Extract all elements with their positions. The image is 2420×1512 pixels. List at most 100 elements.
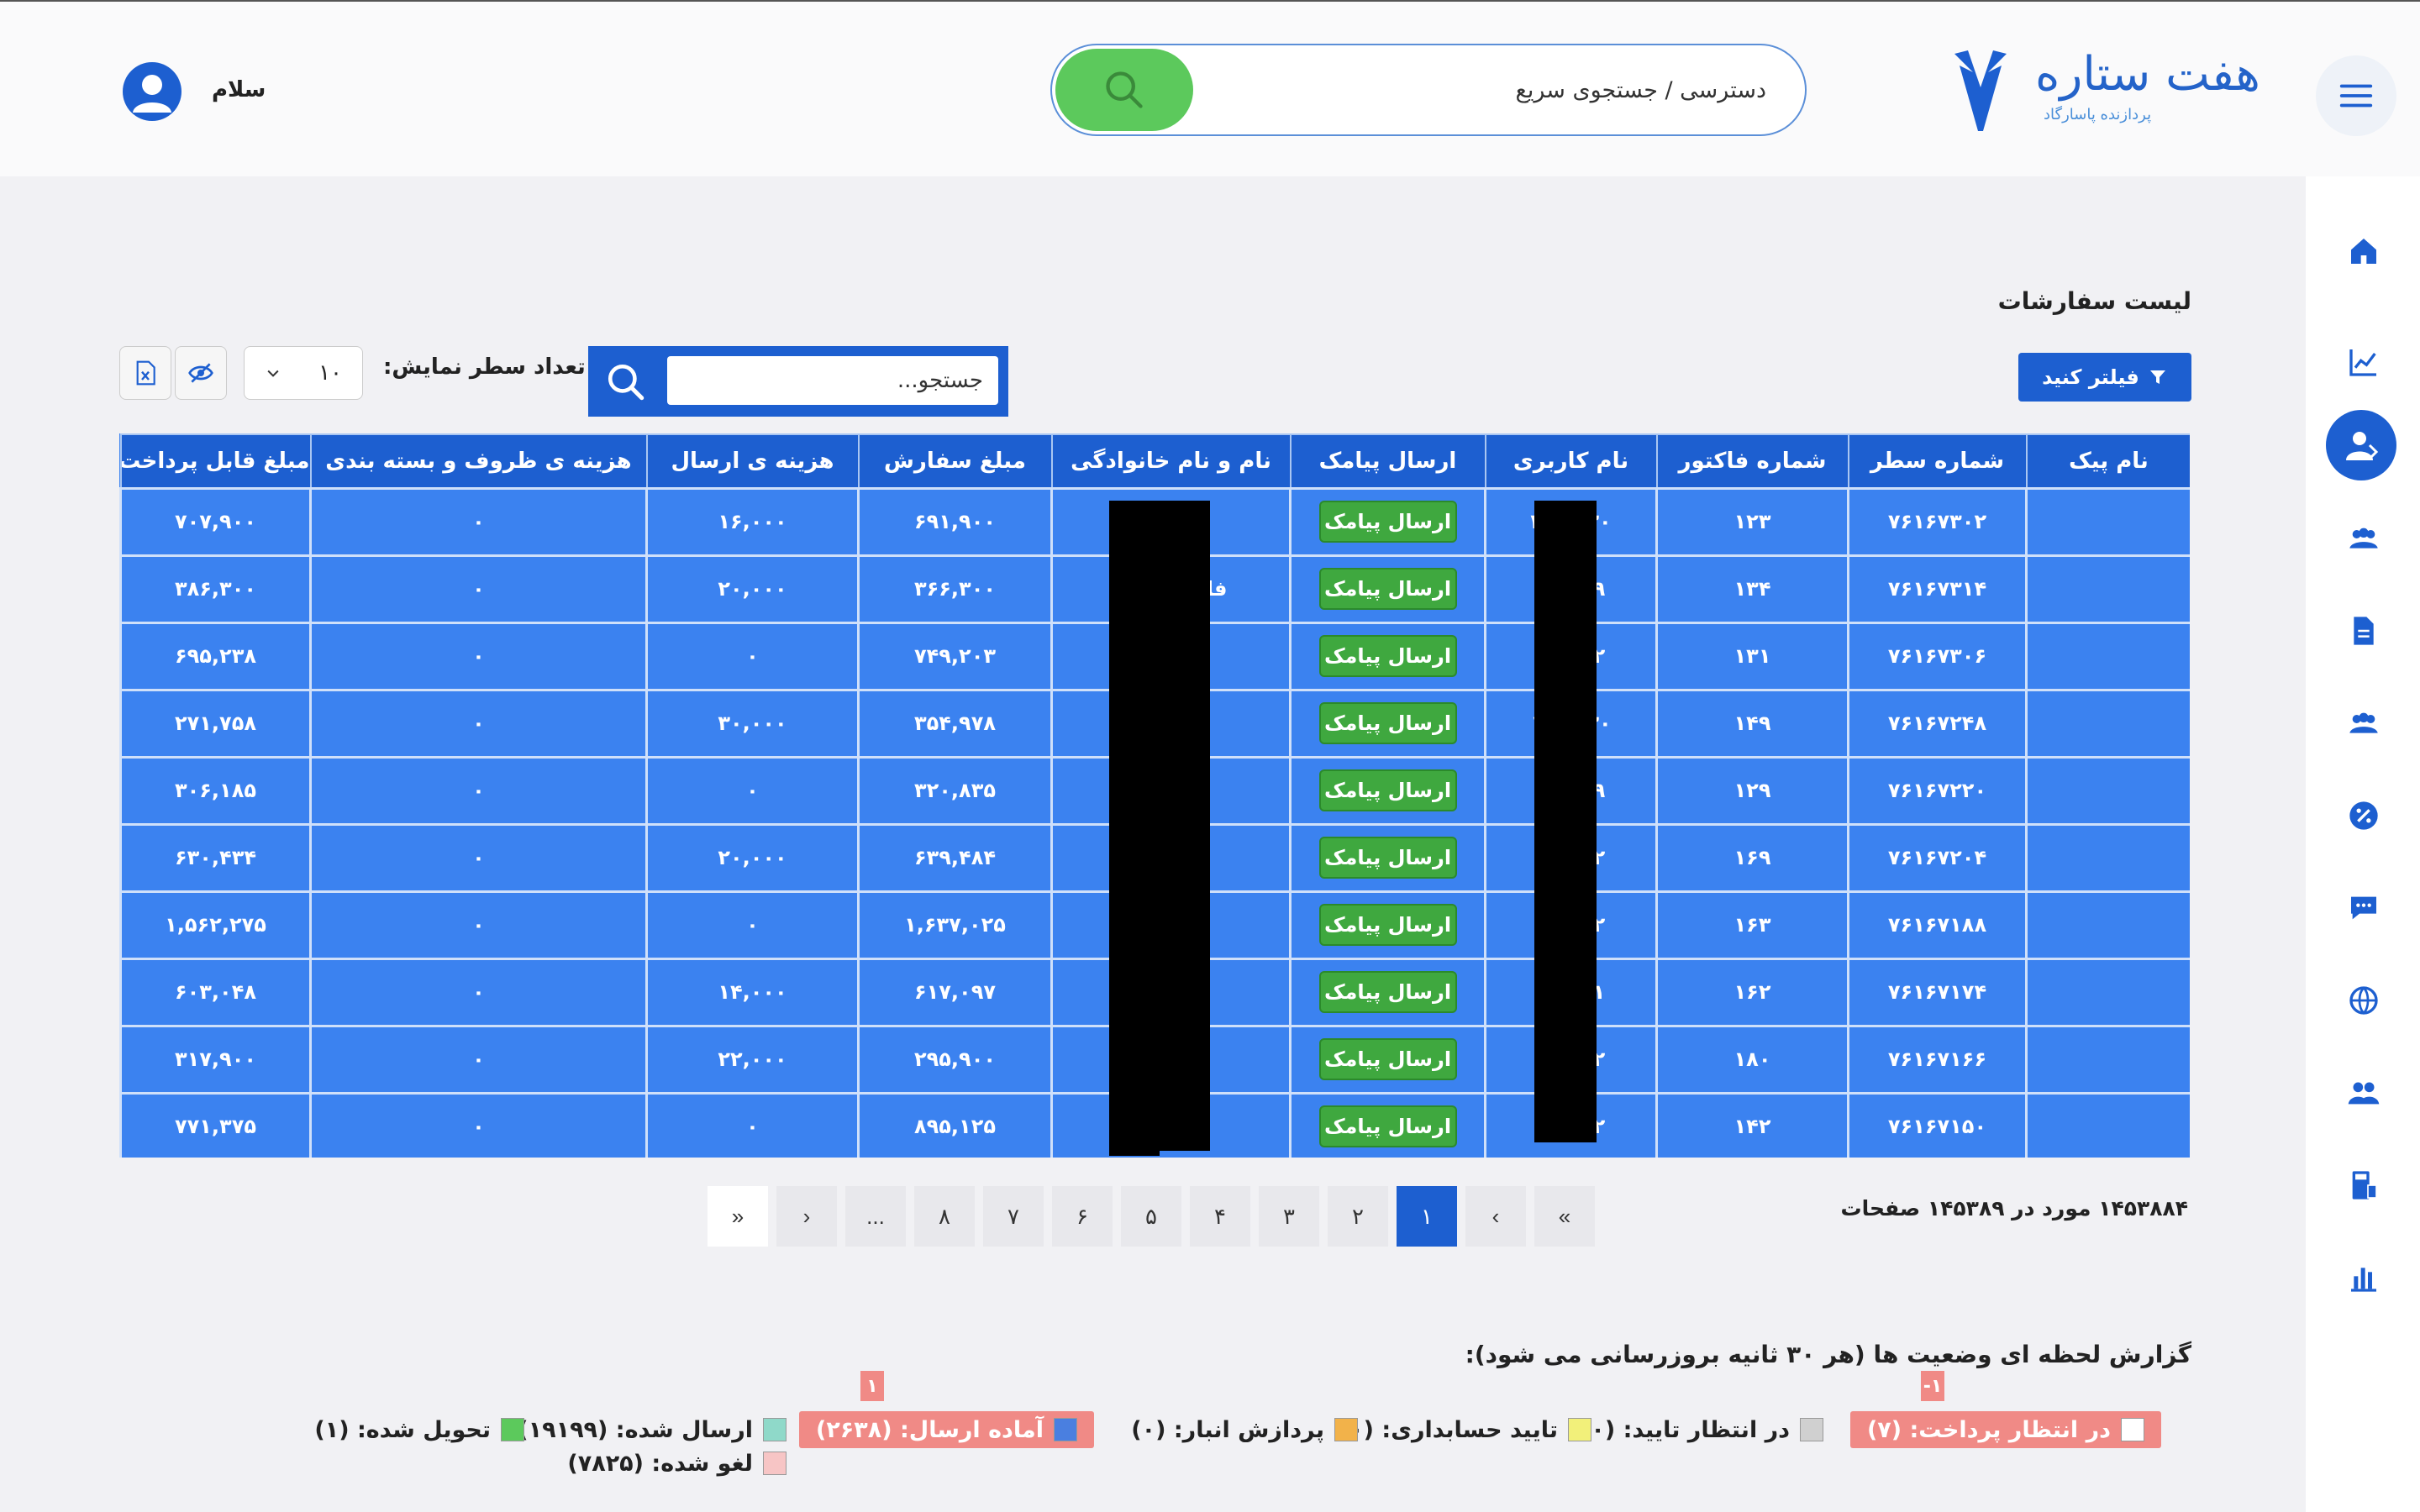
rows-per-page-select[interactable]: ۱۰ [244,346,363,400]
row-number-cell: ۷۶۱۶۷۱۵۰ [1847,1091,2028,1158]
invoice-cell: ۱۶۹ [1655,822,1849,893]
status-legend-item[interactable]: تایید حسابداری: (۰) [1339,1411,1591,1448]
invoice-cell: ۱۶۲ [1655,957,1849,1027]
column-header[interactable]: نام کاربری [1484,433,1658,489]
courier-cell [2025,1024,2190,1095]
status-legend-item[interactable]: لغو شده: (۷۸۲۵) [567,1445,786,1482]
column-header[interactable]: شماره فاکتور [1655,433,1849,489]
packaging-cost-cell: ۰ [309,890,648,960]
hamburger-menu-button[interactable] [2316,55,2396,136]
status-color-swatch [2121,1418,2144,1441]
sidebar-item-accounting[interactable] [2338,1159,2390,1211]
send-sms-button[interactable]: ارسال پیامک [1318,568,1457,610]
sidebar-item-discounts[interactable] [2338,790,2390,842]
pagination: » ›... ۸ ۷ ۶ ۵ ۴ ۳ ۲ ۱ ‹ « [708,1186,1603,1247]
table-search [588,346,1008,417]
send-sms-button[interactable]: ارسال پیامک [1318,1038,1457,1080]
page-button[interactable]: ۴ [1190,1186,1250,1247]
users-group-icon [2349,712,2378,733]
column-header[interactable]: مبلغ سفارش [857,433,1053,489]
courier-cell [2025,822,2190,893]
table-search-input[interactable] [667,356,998,405]
page-button[interactable]: « [1534,1186,1595,1247]
packaging-cost-cell: ۰ [309,1091,648,1158]
page-button[interactable]: ۶ [1052,1186,1113,1247]
column-header[interactable]: شماره سطر [1847,433,2028,489]
rows-per-page-value: ۱۰ [318,360,342,386]
column-header[interactable]: هزینه ی ظروف و بسته بندی [309,433,648,489]
global-search-input[interactable] [1212,45,1783,134]
status-legend-item[interactable]: آماده ارسال: (۲۶۳۸) [798,1411,1094,1448]
status-legend-item[interactable]: تحویل شده: (۱) [314,1411,524,1448]
column-visibility-button[interactable] [175,346,227,400]
status-legend-item[interactable]: در انتظار پرداخت: (۷) [1849,1411,2161,1448]
send-sms-button[interactable]: ارسال پیامک [1318,769,1457,811]
column-header[interactable]: هزینه ی ارسال [645,433,860,489]
sms-cell: ارسال پیامک [1289,755,1486,826]
courier-cell [2025,957,2190,1027]
user-avatar[interactable] [123,62,182,121]
send-sms-button[interactable]: ارسال پیامک [1318,702,1457,744]
sidebar-item-documents[interactable] [2338,605,2390,657]
sidebar-item-home[interactable] [2338,225,2390,277]
payable-amount-cell: ۷۷۱,۳۷۵ [119,1091,312,1158]
payable-amount-cell: ۷۰۷,۹۰۰ [119,486,312,557]
order-amount-cell: ۶۳۹,۴۸۴ [857,822,1053,893]
page-button[interactable]: » [708,1186,768,1247]
send-sms-button[interactable]: ارسال پیامک [1318,837,1457,879]
status-legend-item[interactable]: پردازش انبار: (۰) [1131,1411,1358,1448]
page-button[interactable]: ۱ [1397,1186,1457,1247]
sidebar-item-analytics[interactable] [2338,336,2390,388]
payable-amount-cell: ۶۳۰,۴۳۴ [119,822,312,893]
order-amount-cell: ۳۶۶,۳۰۰ [857,554,1053,624]
column-header[interactable]: نام و نام خانوادگی [1050,433,1292,489]
payable-amount-cell: ۶۰۳,۰۴۸ [119,957,312,1027]
sidebar-item-messages[interactable] [2338,882,2390,934]
status-legend-item[interactable]: ارسال شده: (۱۹۱۹۹) [518,1411,786,1448]
send-sms-button[interactable]: ارسال پیامک [1318,971,1457,1013]
top-header: هفت ستاره پردازنده پاسارگاد سلام [0,0,2420,176]
sidebar-item-web[interactable] [2338,974,2390,1026]
shipping-cost-cell: ۰ [645,1091,860,1158]
sms-cell: ارسال پیامک [1289,890,1486,960]
search-icon[interactable] [605,361,647,403]
global-search [1050,44,1807,136]
page-button[interactable]: ۳ [1259,1186,1319,1247]
status-color-swatch [763,1418,786,1441]
sidebar-item-reports[interactable] [2338,1252,2390,1304]
column-header[interactable]: ارسال پیامک [1289,433,1486,489]
send-sms-button[interactable]: ارسال پیامک [1318,904,1457,946]
send-sms-button[interactable]: ارسال پیامک [1318,635,1457,677]
sidebar-item-team[interactable] [2338,1067,2390,1119]
shipping-cost-cell: ۱۴,۰۰۰ [645,957,860,1027]
filter-button[interactable]: فیلتر کنید [2018,353,2191,402]
order-amount-cell: ۸۹۵,۱۲۵ [857,1091,1053,1158]
status-legend-item[interactable]: در انتظار تایید: (۰) [1581,1411,1823,1448]
page-button[interactable]: ۵ [1121,1186,1181,1247]
sidebar-item-orders[interactable] [2326,410,2396,480]
page-button[interactable]: ‹ [1465,1186,1526,1247]
invoice-cell: ۱۴۲ [1655,1091,1849,1158]
send-sms-button[interactable]: ارسال پیامک [1318,1105,1457,1147]
courier-cell [2025,755,2190,826]
sidebar-item-customers[interactable] [2338,697,2390,749]
page-button[interactable]: ۷ [983,1186,1044,1247]
courier-cell [2025,890,2190,960]
redaction-bar [1534,501,1597,1142]
page-button[interactable]: ... [845,1186,906,1247]
globe-icon [2349,986,2378,1015]
sms-cell: ارسال پیامک [1289,688,1486,759]
brand-logo[interactable]: هفت ستاره پردازنده پاسارگاد [1951,44,2260,136]
send-sms-button[interactable]: ارسال پیامک [1318,501,1457,543]
page-title: لیست سفارشات [1997,287,2191,315]
page-button[interactable]: › [776,1186,837,1247]
export-excel-button[interactable] [119,346,171,400]
shipping-cost-cell: ۳۰,۰۰۰ [645,688,860,759]
sidebar-item-users[interactable] [2338,512,2390,564]
global-search-button[interactable] [1055,49,1193,131]
page-button[interactable]: ۸ [914,1186,975,1247]
column-header[interactable]: نام پیک [2025,433,2190,489]
column-header[interactable]: مبلغ قابل پرداخت [119,433,312,489]
page-button[interactable]: ۲ [1328,1186,1388,1247]
percent-badge-icon [2349,801,2378,830]
